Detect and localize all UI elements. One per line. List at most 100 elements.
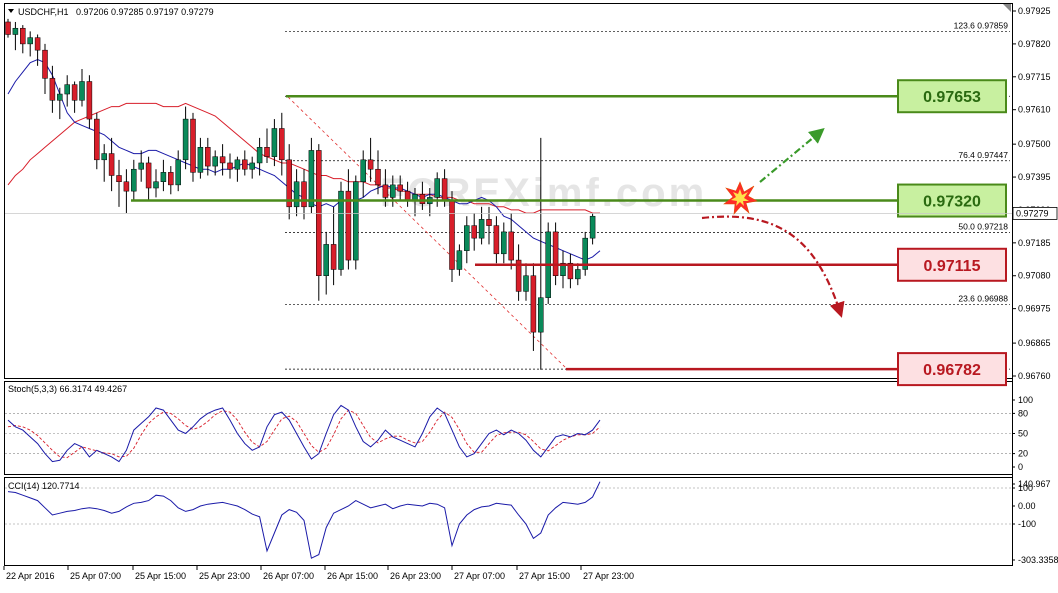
candle-body [145, 162, 152, 189]
candle-body [182, 118, 189, 161]
chart-window[interactable]: USDCHF,H1 0.97206 0.97285 0.97197 0.9727… [0, 0, 1058, 588]
price-tick-label: 0.96760 [1018, 371, 1051, 381]
stoch-tick-label: 80 [1018, 408, 1028, 418]
candle-body [271, 128, 278, 157]
cci-panel-frame [4, 477, 1013, 566]
candle [353, 175, 359, 270]
candle-body [330, 244, 337, 270]
candle-body [390, 184, 396, 198]
candle-body [101, 153, 107, 161]
candle-body [123, 181, 130, 192]
candle [545, 222, 551, 304]
fib-level-label: 123.6 0.97859 [954, 21, 1009, 31]
candle-body [508, 231, 514, 261]
candle-body [353, 181, 359, 261]
candle [582, 231, 588, 276]
watermark: FOREXimf.com [380, 171, 707, 215]
candle-body [367, 159, 374, 170]
candle-body [34, 37, 41, 51]
time-tick-label: 27 Apr 15:00 [519, 571, 570, 581]
current-price-label: 0.97279 [1016, 208, 1049, 218]
price-tick-label: 0.97185 [1018, 238, 1051, 248]
candle-body [205, 147, 211, 167]
cci-tick-label: -100 [1018, 519, 1036, 529]
candle-body [64, 84, 70, 95]
fib-level-label: 76.4 0.97447 [958, 150, 1008, 160]
candle-body [57, 93, 63, 101]
resistance-level-label: 0.97320 [923, 194, 981, 211]
chart-svg[interactable]: USDCHF,H1 0.97206 0.97285 0.97197 0.9727… [0, 0, 1058, 588]
cci-tick-label: -303.3358 [1018, 555, 1058, 565]
candle-body [153, 181, 159, 189]
ohlc-readout: 0.97206 0.97285 0.97197 0.97279 [76, 7, 214, 17]
candle-body [249, 162, 255, 170]
cci-title: CCI(14) 120.7714 [8, 481, 80, 491]
candle-body [279, 128, 285, 161]
stoch-tick-label: 100 [1018, 395, 1033, 405]
time-tick-label: 27 Apr 23:00 [583, 571, 634, 581]
candle-body [360, 159, 366, 183]
candle-body [471, 225, 477, 239]
time-axis: 22 Apr 2016 25 Apr 07:00 25 Apr 15:00 25 Ap… [3, 566, 634, 581]
candle-body [86, 81, 93, 120]
candle-body [49, 78, 56, 101]
candle-body [108, 153, 115, 176]
time-tick-label: 26 Apr 23:00 [390, 571, 441, 581]
candle-body [212, 156, 218, 167]
candle [190, 112, 196, 182]
candle-body [168, 172, 174, 186]
time-tick-label: 25 Apr 07:00 [70, 571, 121, 581]
candle-body [116, 175, 122, 183]
candle-body [20, 27, 26, 45]
time-tick-label: 27 Apr 07:00 [454, 571, 505, 581]
candle-body [501, 231, 507, 255]
candle-body [293, 181, 300, 208]
candle-body [256, 147, 263, 164]
time-tick-label: 25 Apr 23:00 [199, 571, 250, 581]
stoch-tick-label: 0 [1018, 462, 1023, 472]
price-tick-label: 0.97395 [1018, 172, 1051, 182]
candle-body [434, 178, 440, 198]
support-level-label: 0.97115 [924, 258, 981, 275]
candle-body [478, 219, 485, 239]
fib-level-label: 50.0 0.97218 [958, 222, 1008, 232]
candle-body [227, 162, 233, 170]
candle-body [441, 178, 448, 201]
candle-body [375, 168, 381, 186]
candle-body [79, 81, 85, 101]
candle-body [5, 21, 11, 35]
candle-body [190, 118, 196, 173]
stoch-tick-label: 20 [1018, 449, 1028, 459]
price-tick-label: 0.96975 [1018, 304, 1051, 314]
candle-body [538, 297, 544, 333]
candle-body [234, 159, 241, 170]
stoch-tick-label: 50 [1018, 429, 1028, 439]
candle-body [464, 225, 470, 251]
stoch-panel-frame [4, 381, 1013, 475]
candle-body [242, 159, 248, 170]
candle-body [175, 159, 181, 186]
time-tick-label: 26 Apr 15:00 [327, 571, 378, 581]
cci-tick-label: 100 [1018, 483, 1033, 493]
candle-body [397, 184, 403, 192]
candle-body [71, 84, 78, 101]
time-tick-label: 22 Apr 2016 [6, 571, 55, 581]
price-tick-label: 0.97820 [1018, 39, 1051, 49]
support-level-label: 0.96782 [923, 362, 981, 379]
price-tick-label: 0.97715 [1018, 72, 1051, 82]
candle-body [94, 118, 100, 161]
candle-body [42, 49, 48, 79]
candle-body [493, 225, 500, 255]
candle-body [308, 150, 315, 208]
fib-level-label: 23.6 0.96988 [958, 294, 1008, 304]
candle-body [338, 190, 344, 270]
symbol-label: USDCHF,H1 [18, 7, 69, 17]
candle [552, 222, 559, 286]
candle-body [419, 194, 426, 204]
candle-body [12, 27, 19, 35]
candle-body [589, 215, 596, 239]
candle-body [264, 147, 270, 157]
price-tick-label: 0.97500 [1018, 139, 1051, 149]
price-tick-label: 0.97080 [1018, 271, 1051, 281]
resistance-level-label: 0.97653 [923, 89, 981, 106]
